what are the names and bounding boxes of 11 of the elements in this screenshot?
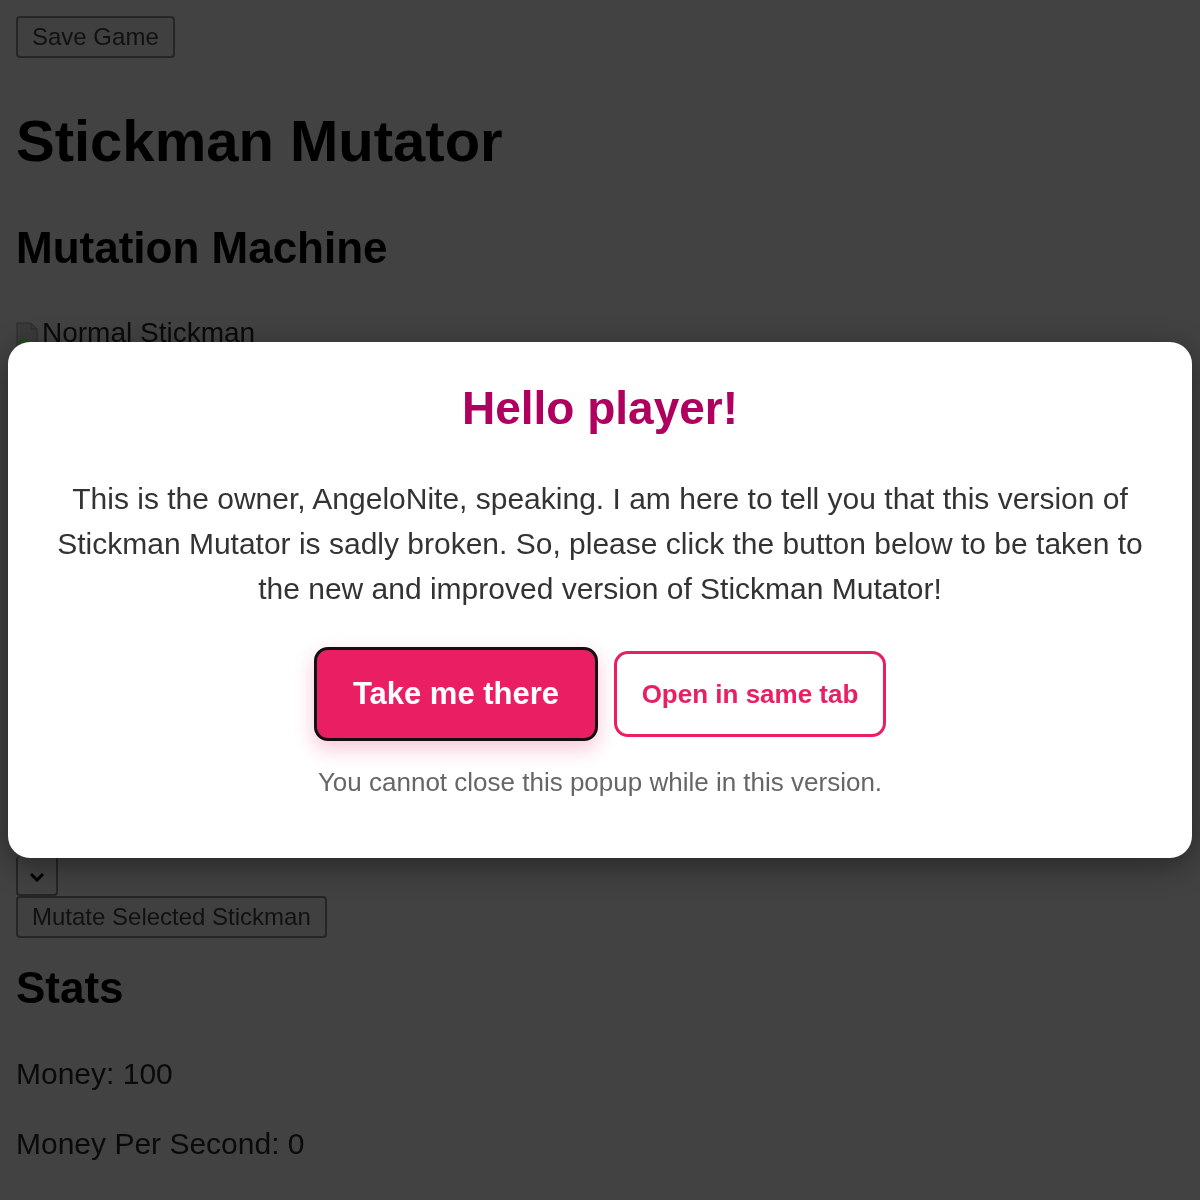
image-alt-text: Normal Stickman [42,318,256,348]
stat-text: Money Per Second: 0 [16,1126,306,1162]
section-heading: Mutation Machine [16,222,389,274]
popup-title: Hello player! [460,381,740,436]
primary-button[interactable]: Take me there [314,647,598,741]
popup-note: You cannot close this popup while in this version. [316,767,884,798]
page-title: Stickman Mutator [16,107,504,175]
outline-button[interactable]: Open in same tab [614,651,886,737]
popup-message: This is the owner, AngeloNite, speaking. I am here to tell you that this version of Stickman Mutator is sadly broken. So, please click the button below to be taken to the new and improved version of Stickman Mutator! [56,481,1144,607]
section-heading: Stats [16,962,125,1014]
stat-text: Money: 100 [16,1056,174,1092]
